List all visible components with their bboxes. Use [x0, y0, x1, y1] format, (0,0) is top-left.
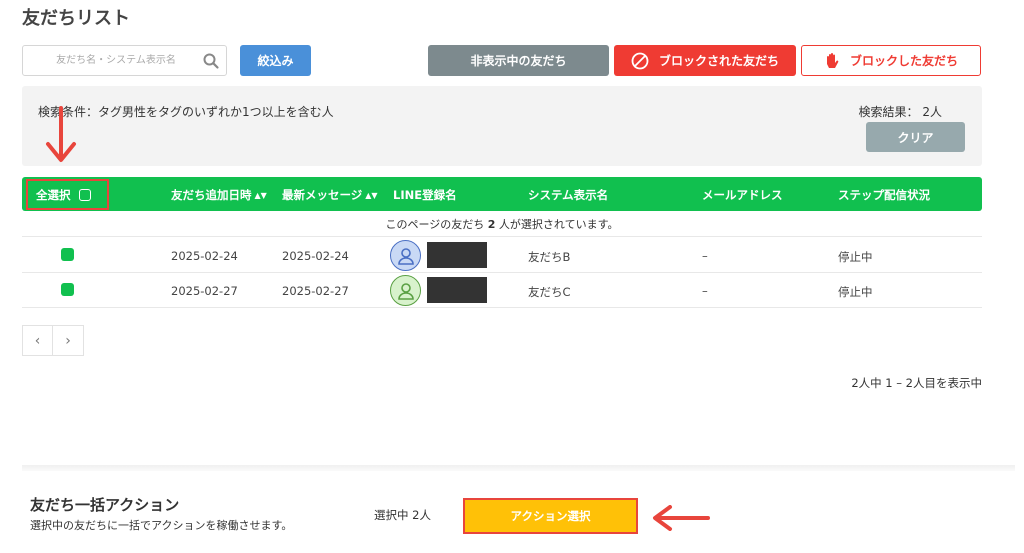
header-latest-message-label: 最新メッセージ — [282, 188, 363, 202]
blocked-by-me-label: ブロックした友だち — [849, 54, 958, 68]
selected-notice-post: 人が選択されています。 — [498, 218, 619, 231]
selected-notice: このページの友だち 2 人が選択されています。 — [22, 212, 982, 237]
selected-notice-pre: このページの友だち — [385, 218, 485, 231]
prohibited-icon — [631, 52, 649, 70]
header-step-status: ステップ配信状況 — [838, 188, 930, 202]
hidden-friends-button[interactable]: 非表示中の友だち — [428, 45, 609, 76]
bulk-action-divider — [22, 465, 1015, 471]
cell-step-status: 停止中 — [838, 285, 873, 299]
cell-system-name[interactable]: 友だちB — [528, 249, 570, 265]
redacted-line-name — [427, 277, 487, 303]
header-system-name: システム表示名 — [528, 188, 609, 202]
selected-notice-count: 2 — [487, 218, 496, 231]
annotation-arrow-left-icon — [653, 505, 710, 531]
prev-page-button[interactable]: ‹ — [22, 325, 53, 356]
sort-icon[interactable]: ▲▼ — [255, 191, 267, 200]
search-condition-panel: 検索条件：タグ男性をタグのいずれか1つ以上を含む人 検索結果： 2人 クリア — [22, 86, 982, 166]
search-result-count: 検索結果： 2人 — [858, 105, 942, 119]
action-select-button[interactable]: アクション選択 — [463, 498, 638, 534]
bulk-action-title: 友だち一括アクション — [30, 496, 180, 514]
search-box[interactable] — [22, 45, 227, 76]
search-input[interactable] — [31, 46, 201, 75]
page-title: 友だちリスト — [22, 8, 130, 29]
header-added-at-label: 友だち追加日時 — [171, 188, 252, 202]
redacted-line-name — [427, 242, 487, 268]
avatar[interactable] — [390, 240, 421, 271]
sort-icon[interactable]: ▲▼ — [365, 191, 377, 200]
avatar[interactable] — [390, 275, 421, 306]
bulk-action-description: 選択中の友だちに一括でアクションを稼働させます。 — [30, 519, 293, 532]
header-line-name: LINE登録名 — [393, 188, 457, 202]
filter-button[interactable]: 絞込み — [240, 45, 311, 76]
cell-latest-message: 2025-02-24 — [282, 249, 349, 263]
next-page-button[interactable]: › — [53, 325, 84, 356]
search-icon[interactable] — [202, 52, 220, 70]
select-all-checkbox[interactable]: 全選択 — [36, 187, 91, 203]
annotation-arrow-down-icon — [46, 106, 76, 162]
cell-added-at: 2025-02-24 — [171, 249, 238, 263]
cell-latest-message: 2025-02-27 — [282, 284, 349, 298]
search-condition-text: 検索条件：タグ男性をタグのいずれか1つ以上を含む人 — [38, 105, 334, 119]
blocked-friends-label: ブロックされた友だち — [658, 54, 779, 68]
hand-stop-icon — [824, 52, 840, 70]
table-header: 全選択 友だち追加日時 ▲▼ 最新メッセージ ▲▼ LINE登録名 システム表示名 … — [22, 177, 982, 211]
cell-added-at: 2025-02-27 — [171, 284, 238, 298]
cell-step-status: 停止中 — [838, 250, 873, 264]
clear-button[interactable]: クリア — [866, 122, 965, 152]
cell-system-name[interactable]: 友だちC — [528, 284, 571, 300]
header-latest-message[interactable]: 最新メッセージ ▲▼ — [282, 187, 378, 203]
checkbox-icon[interactable] — [78, 189, 91, 201]
table-row[interactable]: 2025-02-27 2025-02-27 友だちC – 停止中 — [22, 273, 982, 308]
cell-email: – — [702, 284, 708, 298]
blocked-friends-button[interactable]: ブロックされた友だち — [614, 45, 796, 76]
row-checkbox[interactable] — [61, 283, 74, 296]
pagination-range-text: 2人中 1 – 2人目を表示中 — [851, 376, 982, 390]
cell-email: – — [702, 249, 708, 263]
user-icon — [397, 282, 414, 300]
pagination: ‹ › — [22, 325, 84, 356]
table-row[interactable]: 2025-02-24 2025-02-24 友だちB – 停止中 — [22, 238, 982, 273]
selected-count: 選択中 2人 — [374, 508, 431, 522]
select-all-label: 全選択 — [36, 188, 71, 202]
user-icon — [397, 247, 414, 265]
row-checkbox[interactable] — [61, 248, 74, 261]
header-email: メールアドレス — [702, 188, 783, 202]
blocked-by-me-button[interactable]: ブロックした友だち — [801, 45, 981, 76]
header-added-at[interactable]: 友だち追加日時 ▲▼ — [171, 187, 267, 203]
